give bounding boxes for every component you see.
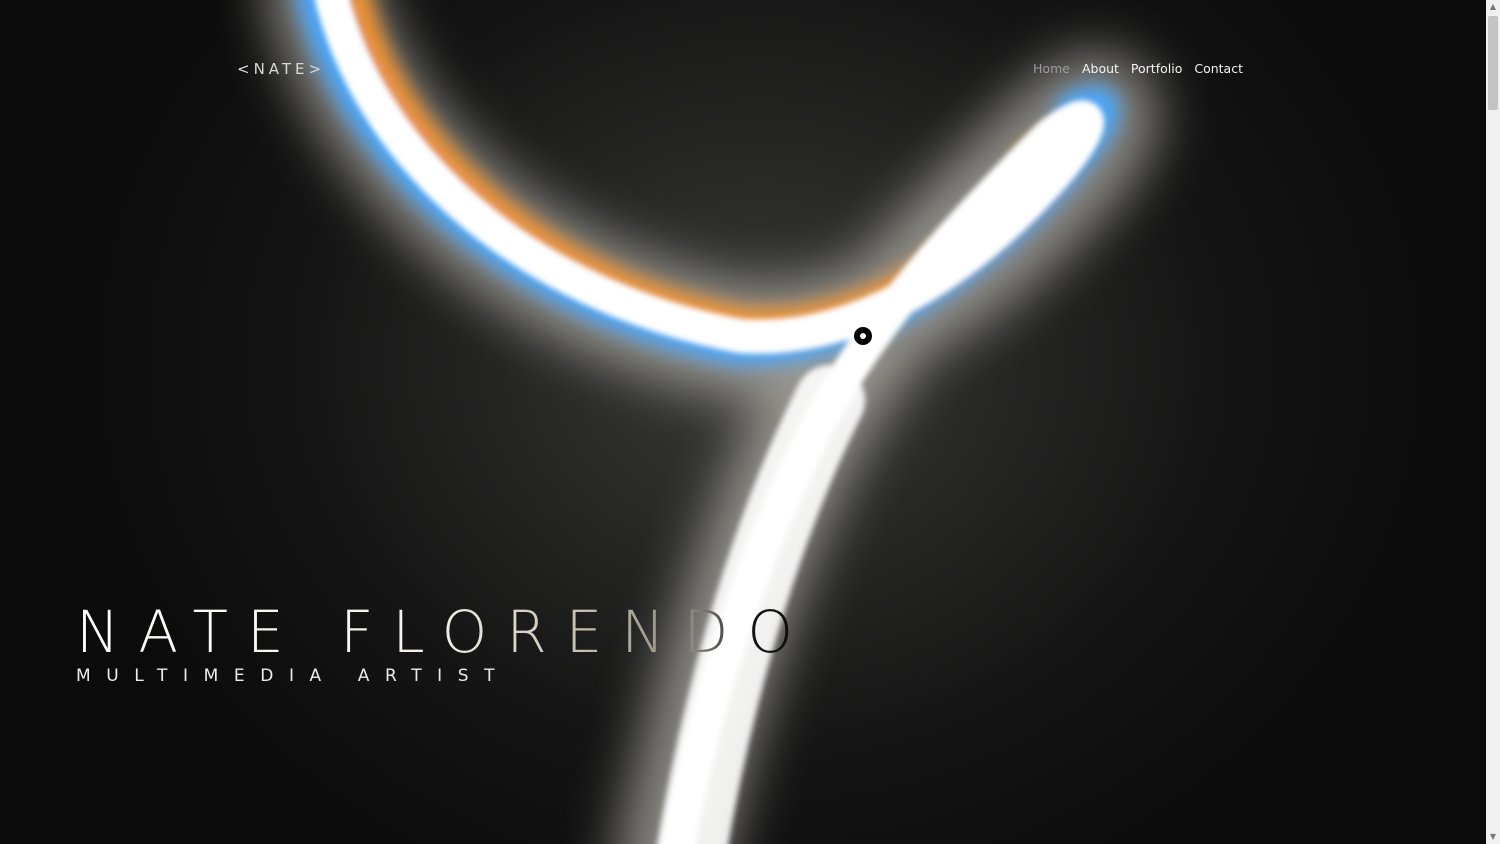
scrollbar-thumb[interactable] bbox=[1488, 16, 1498, 110]
site-header: <NATE> Home About Portfolio Contact bbox=[0, 0, 1486, 140]
hero-viewport: <NATE> Home About Portfolio Contact NATE… bbox=[0, 0, 1486, 844]
nav-portfolio-link[interactable]: Portfolio bbox=[1131, 60, 1182, 78]
circular-cursor-icon bbox=[854, 327, 872, 345]
nav-contact-link[interactable]: Contact bbox=[1194, 60, 1243, 78]
vertical-scrollbar[interactable]: ▲ ▼ bbox=[1486, 0, 1500, 844]
nav-home-link[interactable]: Home bbox=[1033, 60, 1070, 78]
main-nav: Home About Portfolio Contact bbox=[1033, 60, 1243, 78]
hero-subtitle: MULTIMEDIA ARTIST bbox=[76, 666, 511, 686]
hero-text: NATE FLORENDO MULTIMEDIA ARTIST bbox=[76, 598, 812, 688]
nav-about-link[interactable]: About bbox=[1082, 60, 1119, 78]
chevron-down-icon[interactable]: ▼ bbox=[1486, 830, 1500, 844]
hero-title: NATE FLORENDO bbox=[76, 598, 812, 666]
site-logo[interactable]: <NATE> bbox=[237, 59, 325, 79]
chevron-up-icon[interactable]: ▲ bbox=[1486, 0, 1500, 14]
